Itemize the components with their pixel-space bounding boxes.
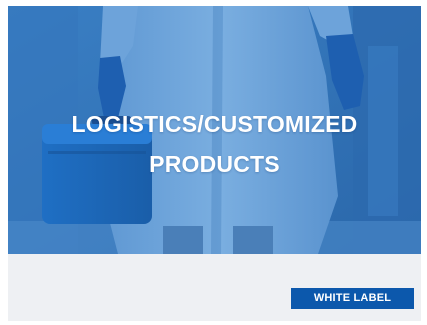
card-title-line-2: PRODUCTS [149,151,280,177]
hero-image: LOGISTICS/CUSTOMIZED PRODUCTS [8,6,421,254]
white-label-button[interactable]: WHITE LABEL [291,288,414,309]
product-category-card[interactable]: LOGISTICS/CUSTOMIZED PRODUCTS WHITE LABE… [8,6,421,321]
card-title: LOGISTICS/CUSTOMIZED PRODUCTS [8,104,421,184]
card-title-line-1: LOGISTICS/CUSTOMIZED [71,111,358,137]
